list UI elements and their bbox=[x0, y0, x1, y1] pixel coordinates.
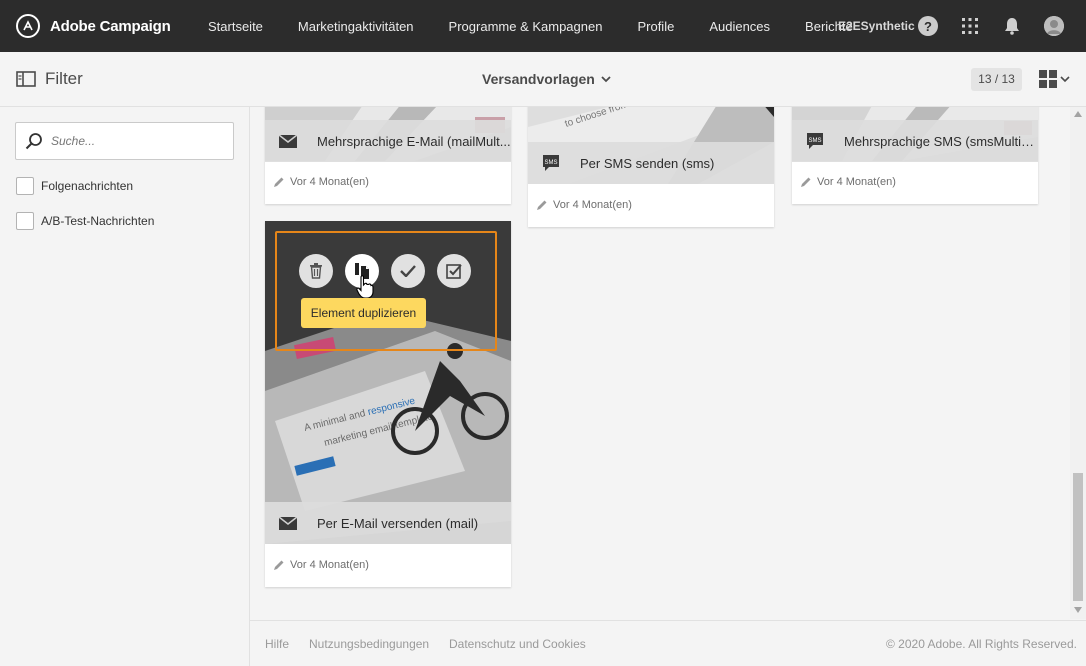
card-title-band: Per E-Mail versenden (mail) bbox=[265, 502, 511, 544]
hand-cursor-icon bbox=[356, 275, 374, 299]
scroll-down-arrow-icon[interactable] bbox=[1074, 607, 1082, 613]
pencil-icon bbox=[537, 200, 547, 210]
user-avatar[interactable] bbox=[1044, 16, 1064, 36]
template-card[interactable]: to choose from SMS Per SMS senden (sms) … bbox=[528, 107, 774, 227]
adobe-campaign-logo-icon bbox=[16, 14, 40, 38]
top-navigation-bar: Adobe Campaign Startseite Marketingaktiv… bbox=[0, 0, 1086, 52]
checkbox[interactable] bbox=[16, 177, 34, 195]
modified-date: Vor 4 Monat(en) bbox=[290, 176, 369, 188]
envelope-icon bbox=[277, 516, 299, 530]
main-nav: Startseite Marketingaktivitäten Programm… bbox=[206, 19, 888, 34]
delete-button[interactable] bbox=[299, 254, 333, 288]
checkbox[interactable] bbox=[16, 212, 34, 230]
layout-switcher-button[interactable] bbox=[1039, 70, 1070, 88]
nav-item-profile[interactable]: Profile bbox=[637, 19, 674, 34]
footer-link-hilfe[interactable]: Hilfe bbox=[265, 637, 289, 651]
checkmark-icon bbox=[400, 265, 416, 277]
modified-date: Vor 4 Monat(en) bbox=[553, 199, 632, 211]
sidebar-panel-icon bbox=[16, 71, 36, 87]
modified-date: Vor 4 Monat(en) bbox=[817, 176, 896, 188]
svg-text:SMS: SMS bbox=[544, 160, 557, 166]
checkbox-label: A/B-Test-Nachrichten bbox=[41, 214, 155, 228]
modified-date: Vor 4 Monat(en) bbox=[290, 559, 369, 571]
nav-item-marketingaktivitaeten[interactable]: Marketingaktivitäten bbox=[298, 19, 414, 34]
app-name: Adobe Campaign bbox=[50, 17, 171, 35]
card-title-band: Mehrsprachige E-Mail (mailMult... bbox=[265, 120, 511, 162]
card-actions-highlight bbox=[275, 231, 497, 351]
footer-link-nutzungsbedingungen[interactable]: Nutzungsbedingungen bbox=[309, 637, 429, 651]
duplicate-tooltip: Element duplizieren bbox=[301, 298, 426, 328]
nav-item-programme-kampagnen[interactable]: Programme & Kampagnen bbox=[449, 19, 603, 34]
template-card[interactable]: SMS Mehrsprachige SMS (smsMultiL... Vor … bbox=[792, 107, 1038, 204]
app-switcher-icon[interactable] bbox=[960, 16, 980, 36]
template-card[interactable]: Mehrsprachige E-Mail (mailMult... Vor 4 … bbox=[265, 107, 511, 204]
search-icon bbox=[25, 133, 42, 150]
item-counter-badge: 13 / 13 bbox=[971, 68, 1022, 91]
svg-text:SMS: SMS bbox=[808, 138, 821, 144]
chevron-down-icon bbox=[1060, 76, 1070, 83]
card-meta: Vor 4 Monat(en) bbox=[273, 176, 369, 188]
card-title: Mehrsprachige E-Mail (mailMult... bbox=[317, 133, 511, 149]
chevron-down-icon bbox=[601, 76, 611, 83]
pencil-icon bbox=[274, 177, 284, 187]
card-meta: Vor 4 Monat(en) bbox=[536, 199, 632, 211]
scroll-up-arrow-icon[interactable] bbox=[1074, 111, 1082, 117]
checkbox-ab-test-nachrichten[interactable]: A/B-Test-Nachrichten bbox=[16, 212, 154, 230]
footer-link-datenschutz[interactable]: Datenschutz und Cookies bbox=[449, 637, 586, 651]
search-input[interactable] bbox=[51, 134, 221, 148]
nav-item-audiences[interactable]: Audiences bbox=[709, 19, 770, 34]
scrollbar-thumb[interactable] bbox=[1073, 473, 1083, 601]
card-title: Mehrsprachige SMS (smsMultiL... bbox=[844, 133, 1038, 149]
pencil-icon bbox=[274, 560, 284, 570]
template-card-grid: Mehrsprachige E-Mail (mailMult... Vor 4 … bbox=[250, 107, 1086, 619]
filter-sidebar: Folgenachrichten A/B-Test-Nachrichten bbox=[0, 107, 250, 666]
select-button[interactable] bbox=[437, 254, 471, 288]
view-title: Versandvorlagen bbox=[482, 71, 595, 87]
nav-item-startseite[interactable]: Startseite bbox=[208, 19, 263, 34]
envelope-icon bbox=[277, 134, 299, 148]
help-icon[interactable]: ? bbox=[918, 16, 938, 36]
vertical-scrollbar[interactable] bbox=[1070, 107, 1086, 619]
card-meta: Vor 4 Monat(en) bbox=[273, 559, 369, 571]
card-title: Per E-Mail versenden (mail) bbox=[317, 515, 479, 531]
filter-label: Filter bbox=[45, 69, 83, 88]
trash-icon bbox=[310, 263, 322, 279]
approve-button[interactable] bbox=[391, 254, 425, 288]
checkbox-folgenachrichten[interactable]: Folgenachrichten bbox=[16, 177, 133, 195]
checkbox-checked-icon bbox=[446, 264, 462, 279]
copyright: © 2020 Adobe. All Rights Reserved. bbox=[886, 637, 1077, 651]
brand[interactable]: Adobe Campaign bbox=[16, 14, 206, 38]
sms-icon: SMS bbox=[540, 154, 562, 172]
sms-icon: SMS bbox=[804, 132, 826, 150]
organization-name[interactable]: E2ESynthetic bbox=[838, 19, 915, 33]
toolbar: Filter Versandvorlagen 13 / 13 bbox=[0, 52, 1086, 107]
card-title: Per SMS senden (sms) bbox=[580, 155, 715, 171]
pencil-icon bbox=[801, 177, 811, 187]
footer: Hilfe Nutzungsbedingungen Datenschutz un… bbox=[250, 620, 1086, 666]
card-title-band: SMS Per SMS senden (sms) bbox=[528, 142, 774, 184]
filter-toggle-button[interactable]: Filter bbox=[16, 69, 83, 89]
checkbox-label: Folgenachrichten bbox=[41, 179, 134, 193]
card-grid-icon bbox=[1039, 70, 1057, 88]
card-meta: Vor 4 Monat(en) bbox=[800, 176, 896, 188]
view-selector-dropdown[interactable]: Versandvorlagen bbox=[482, 71, 611, 87]
card-title-band: SMS Mehrsprachige SMS (smsMultiL... bbox=[792, 120, 1038, 162]
search-box bbox=[15, 122, 234, 160]
notifications-bell-icon[interactable] bbox=[1002, 16, 1022, 36]
